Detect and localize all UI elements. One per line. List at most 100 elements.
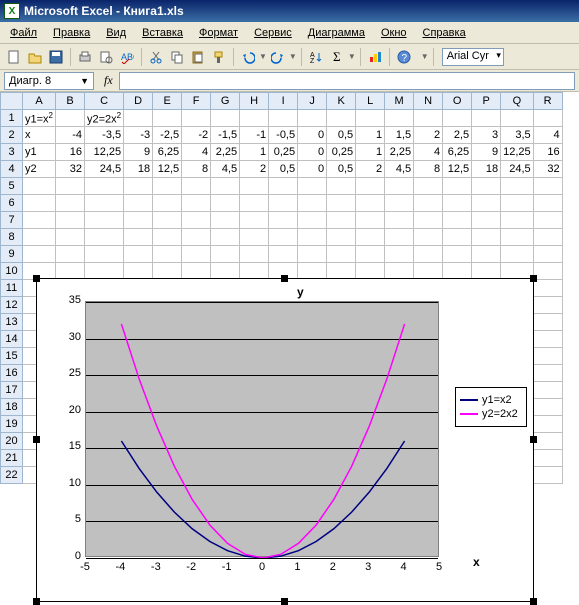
font-selector[interactable]: Arial Cyr bbox=[442, 48, 504, 66]
cell[interactable]: 0 bbox=[298, 127, 327, 144]
cell[interactable] bbox=[240, 212, 269, 229]
cell[interactable] bbox=[182, 229, 211, 246]
cell[interactable] bbox=[356, 110, 385, 127]
cell[interactable] bbox=[298, 212, 327, 229]
cell[interactable]: 1,5 bbox=[385, 127, 414, 144]
cell[interactable] bbox=[327, 229, 356, 246]
cell[interactable]: 0 bbox=[298, 144, 327, 161]
column-header[interactable]: Q bbox=[501, 93, 534, 110]
cell[interactable] bbox=[356, 178, 385, 195]
cell[interactable] bbox=[269, 110, 298, 127]
cell[interactable] bbox=[533, 178, 562, 195]
cell[interactable]: y2 bbox=[23, 161, 56, 178]
cell[interactable]: 2,25 bbox=[211, 144, 240, 161]
cell[interactable] bbox=[23, 212, 56, 229]
cell[interactable]: -1,5 bbox=[211, 127, 240, 144]
cell[interactable] bbox=[211, 229, 240, 246]
cell[interactable] bbox=[385, 212, 414, 229]
row-header[interactable]: 6 bbox=[1, 195, 23, 212]
cell[interactable] bbox=[56, 263, 85, 280]
cell[interactable]: 6,25 bbox=[443, 144, 472, 161]
cell[interactable] bbox=[269, 246, 298, 263]
cell[interactable]: 0,25 bbox=[327, 144, 356, 161]
row-header[interactable]: 19 bbox=[1, 416, 23, 433]
cell[interactable] bbox=[533, 246, 562, 263]
cell[interactable] bbox=[182, 212, 211, 229]
chart-plot-area[interactable] bbox=[85, 301, 439, 557]
column-header[interactable]: E bbox=[153, 93, 182, 110]
cell[interactable]: 6,25 bbox=[153, 144, 182, 161]
column-header[interactable]: C bbox=[85, 93, 124, 110]
cell[interactable]: y1=x2 bbox=[23, 110, 56, 127]
cut-icon[interactable] bbox=[146, 47, 166, 67]
cell[interactable] bbox=[472, 110, 501, 127]
cell[interactable]: x bbox=[23, 127, 56, 144]
cell[interactable] bbox=[211, 246, 240, 263]
cell[interactable]: 0,25 bbox=[269, 144, 298, 161]
cell[interactable]: 3 bbox=[472, 127, 501, 144]
cell[interactable] bbox=[153, 178, 182, 195]
cell[interactable] bbox=[23, 246, 56, 263]
cell[interactable] bbox=[356, 229, 385, 246]
cell[interactable] bbox=[23, 195, 56, 212]
menu-file[interactable]: Файл bbox=[2, 25, 45, 41]
row-header[interactable]: 7 bbox=[1, 212, 23, 229]
menu-help[interactable]: Справка bbox=[415, 25, 474, 41]
cell[interactable] bbox=[85, 212, 124, 229]
open-icon[interactable] bbox=[25, 47, 45, 67]
fx-label[interactable]: fx bbox=[104, 73, 113, 88]
column-header[interactable]: M bbox=[385, 93, 414, 110]
cell[interactable] bbox=[443, 212, 472, 229]
column-header[interactable]: H bbox=[240, 93, 269, 110]
cell[interactable] bbox=[211, 195, 240, 212]
menu-edit[interactable]: Правка bbox=[45, 25, 98, 41]
print-icon[interactable] bbox=[75, 47, 95, 67]
cell[interactable] bbox=[153, 110, 182, 127]
cell[interactable] bbox=[124, 229, 153, 246]
cell[interactable]: 2 bbox=[356, 161, 385, 178]
cell[interactable]: 24,5 bbox=[85, 161, 124, 178]
series-line[interactable] bbox=[121, 441, 404, 558]
cell[interactable] bbox=[356, 195, 385, 212]
menu-view[interactable]: Вид bbox=[98, 25, 134, 41]
cell[interactable]: 2 bbox=[414, 127, 443, 144]
resize-handle-s[interactable] bbox=[281, 598, 288, 605]
row-header[interactable]: 15 bbox=[1, 348, 23, 365]
cell[interactable] bbox=[85, 178, 124, 195]
cell[interactable]: 4,5 bbox=[211, 161, 240, 178]
cell[interactable]: 8 bbox=[182, 161, 211, 178]
cell[interactable] bbox=[56, 110, 85, 127]
cell[interactable]: 18 bbox=[472, 161, 501, 178]
cell[interactable] bbox=[501, 212, 534, 229]
cell[interactable] bbox=[211, 263, 240, 280]
column-header[interactable]: K bbox=[327, 93, 356, 110]
cell[interactable]: 16 bbox=[56, 144, 85, 161]
row-header[interactable]: 4 bbox=[1, 161, 23, 178]
cell[interactable]: 0 bbox=[298, 161, 327, 178]
cell[interactable] bbox=[240, 178, 269, 195]
cell[interactable] bbox=[414, 229, 443, 246]
cell[interactable]: -4 bbox=[56, 127, 85, 144]
resize-handle-ne[interactable] bbox=[530, 275, 537, 282]
cell[interactable] bbox=[85, 195, 124, 212]
cell[interactable] bbox=[153, 246, 182, 263]
cell[interactable] bbox=[85, 229, 124, 246]
new-icon[interactable] bbox=[4, 47, 24, 67]
cell[interactable] bbox=[533, 433, 562, 450]
cell[interactable] bbox=[533, 467, 562, 484]
cell[interactable] bbox=[533, 195, 562, 212]
cell[interactable]: 4,5 bbox=[385, 161, 414, 178]
dropdown-icon[interactable]: ▼ bbox=[80, 76, 89, 86]
undo-dropdown-icon[interactable]: ▼ bbox=[259, 52, 267, 61]
cell[interactable] bbox=[414, 178, 443, 195]
cell[interactable] bbox=[211, 212, 240, 229]
cell[interactable]: -3,5 bbox=[85, 127, 124, 144]
cell[interactable]: 12,5 bbox=[153, 161, 182, 178]
cell[interactable] bbox=[533, 263, 562, 280]
cell[interactable]: 3,5 bbox=[501, 127, 534, 144]
cell[interactable] bbox=[385, 178, 414, 195]
cell[interactable] bbox=[472, 263, 501, 280]
cell[interactable] bbox=[533, 297, 562, 314]
cell[interactable] bbox=[182, 195, 211, 212]
cell[interactable] bbox=[356, 246, 385, 263]
